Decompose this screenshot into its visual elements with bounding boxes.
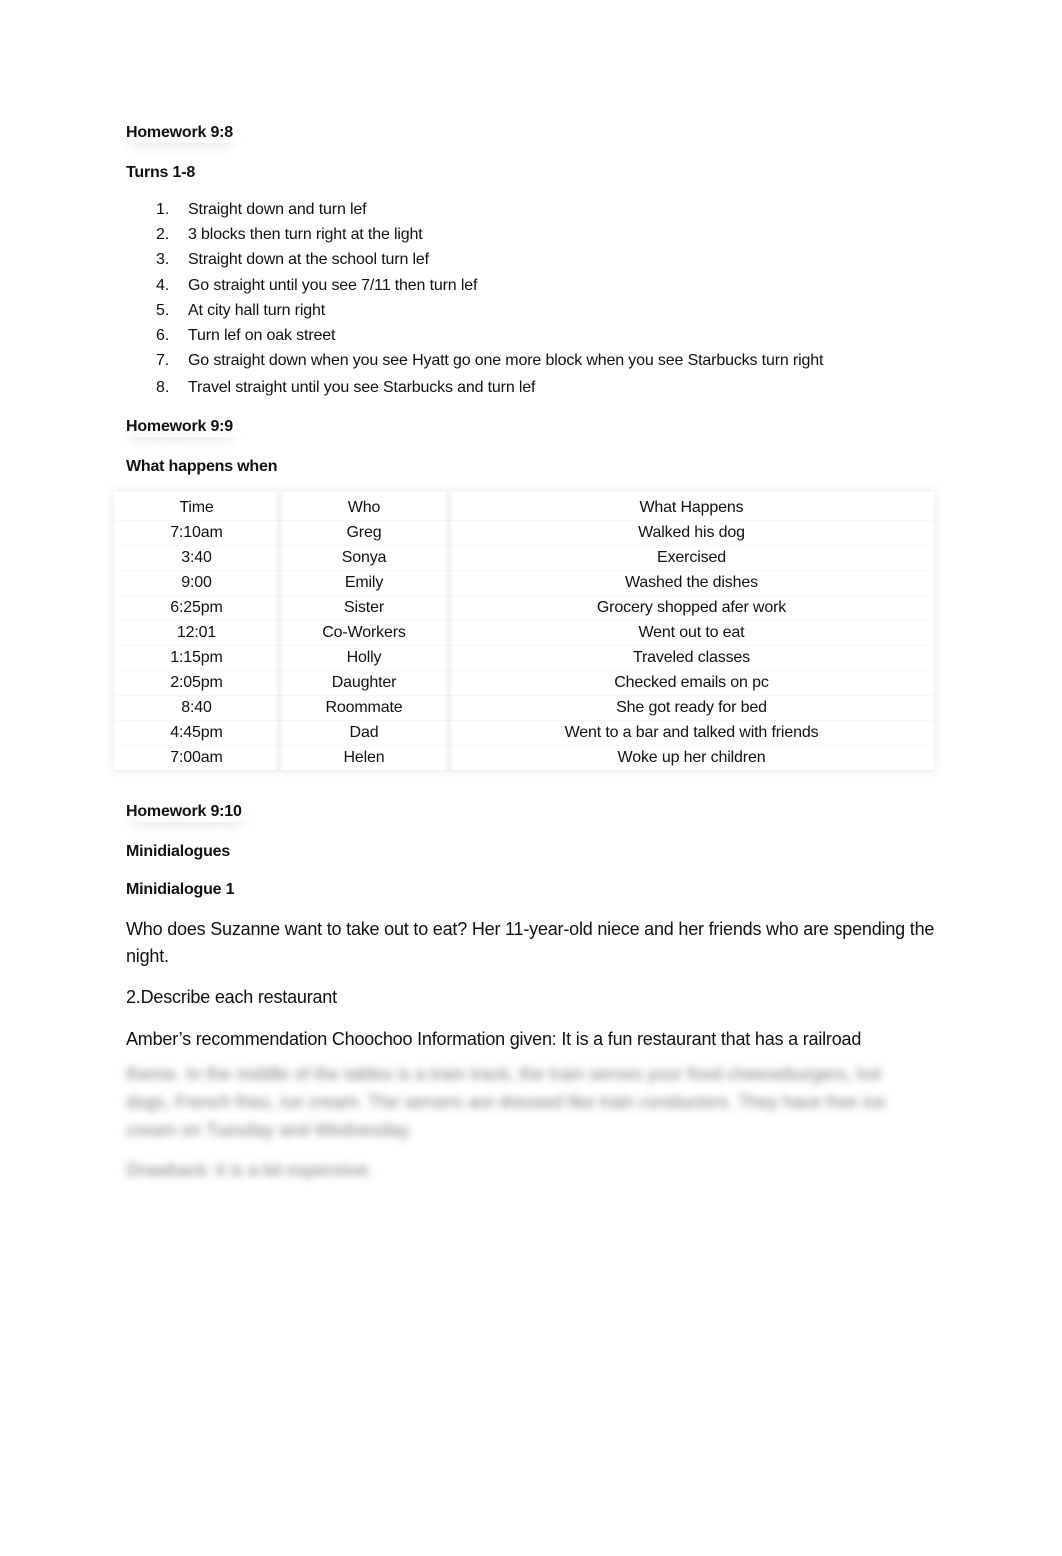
section-subtitle-turns: Turns 1-8 [126, 164, 196, 181]
list-text: Go straight down when you see Hyatt go o… [188, 352, 824, 369]
question-1-answer: Who does Suzanne want to take out to eat… [126, 919, 935, 966]
cell-time: 7:00am [114, 746, 279, 771]
cell-what-happens: Washed the dishes [449, 571, 934, 596]
header-time: Time [114, 496, 279, 521]
list-text: Turn lef on oak street [188, 327, 336, 344]
header-what-happens: What Happens [449, 496, 934, 521]
list-text: Straight down at the school turn lef [188, 251, 429, 268]
cell-time: 4:45pm [114, 721, 279, 746]
table-row: 7:10am Greg Walked his dog [114, 521, 934, 546]
list-number: 1. [156, 201, 170, 218]
table-row: 3:40 Sonya Exercised [114, 546, 934, 571]
cell-who: Daughter [279, 671, 449, 696]
header-who: Who [279, 496, 449, 521]
cell-what-happens: Went to a bar and talked with friends [449, 721, 934, 746]
cell-time: 8:40 [114, 696, 279, 721]
cell-what-happens: Walked his dog [449, 521, 934, 546]
cell-who: Sonya [279, 546, 449, 571]
cell-who: Dad [279, 721, 449, 746]
cell-who: Greg [279, 521, 449, 546]
cell-time: 6:25pm [114, 596, 279, 621]
section-title-hw-9-8: Homework 9:8 [126, 123, 239, 143]
list-number: 4. [156, 277, 170, 294]
table-header-row: Time Who What Happens [114, 496, 934, 521]
blurred-content: theme. In the middle of the tables is a … [126, 1060, 926, 1184]
list-text: Straight down and turn lef [188, 201, 367, 218]
cell-what-happens: Checked emails on pc [449, 671, 934, 696]
list-number: 5. [156, 302, 170, 319]
section-subtitle-what-happens: What happens when [126, 458, 278, 475]
question-2: 2.Describe each restaurant [126, 987, 337, 1007]
section-title-hw-9-9: Homework 9:9 [126, 417, 239, 437]
cell-time: 2:05pm [114, 671, 279, 696]
cell-what-happens: Exercised [449, 546, 934, 571]
cell-what-happens: Woke up her children [449, 746, 934, 771]
list-number: 6. [156, 327, 170, 344]
blurred-line: dogs, French fries, ice cream. The serve… [126, 1092, 886, 1112]
list-text: Go straight until you see 7/11 then turn… [188, 277, 478, 294]
cell-who: Sister [279, 596, 449, 621]
cell-who: Holly [279, 646, 449, 671]
amber-recommendation: Amber’s recommendation Choochoo Informat… [126, 1029, 862, 1049]
cell-what-happens: She got ready for bed [449, 696, 934, 721]
cell-what-happens: Traveled classes [449, 646, 934, 671]
table-row: 2:05pm Daughter Checked emails on pc [114, 671, 934, 696]
cell-what-happens: Grocery shopped afer work [449, 596, 934, 621]
list-number: 2. [156, 226, 170, 243]
cell-who: Emily [279, 571, 449, 596]
cell-time: 3:40 [114, 546, 279, 571]
list-text: 3 blocks then turn right at the light [188, 226, 423, 243]
list-number: 7. [156, 352, 170, 369]
minidialogue-1-heading: Minidialogue 1 [126, 881, 235, 898]
cell-time: 9:00 [114, 571, 279, 596]
list-number: 3. [156, 251, 170, 268]
events-table-body: 7:10am Greg Walked his dog 3:40 Sonya Exercis… [114, 521, 934, 771]
cell-what-happens: Went out to eat [449, 621, 934, 646]
blurred-line: cream on Tuesday and Wednesday. [126, 1120, 413, 1140]
table-row: 1:15pm Holly Traveled classes [114, 646, 934, 671]
table-row: 12:01 Co-Workers Went out to eat [114, 621, 934, 646]
table-row: 8:40 Roommate She got ready for bed [114, 696, 934, 721]
cell-time: 12:01 [114, 621, 279, 646]
events-table-container: Time Who What Happens 7:10am Greg Walked h… [114, 492, 934, 770]
list-number: 8. [156, 379, 170, 396]
blurred-line: Drawback: it is a bit expensive. [126, 1160, 374, 1180]
cell-who: Co-Workers [279, 621, 449, 646]
table-row: 4:45pm Dad Went to a bar and talked with f… [114, 721, 934, 746]
cell-who: Helen [279, 746, 449, 771]
section-title-hw-9-10: Homework 9:10 [126, 802, 248, 822]
blurred-line: theme. In the middle of the tables is a … [126, 1064, 882, 1084]
cell-time: 1:15pm [114, 646, 279, 671]
list-text: At city hall turn right [188, 302, 326, 319]
cell-time: 7:10am [114, 521, 279, 546]
events-table: Time Who What Happens 7:10am Greg Walked h… [114, 496, 934, 771]
table-row: 9:00 Emily Washed the dishes [114, 571, 934, 596]
cell-who: Roommate [279, 696, 449, 721]
table-row: 6:25pm Sister Grocery shopped afer work [114, 596, 934, 621]
table-row: 7:00am Helen Woke up her children [114, 746, 934, 771]
list-text: Travel straight until you see Starbucks … [188, 379, 536, 396]
section-subtitle-minidialogues: Minidialogues [126, 843, 231, 860]
